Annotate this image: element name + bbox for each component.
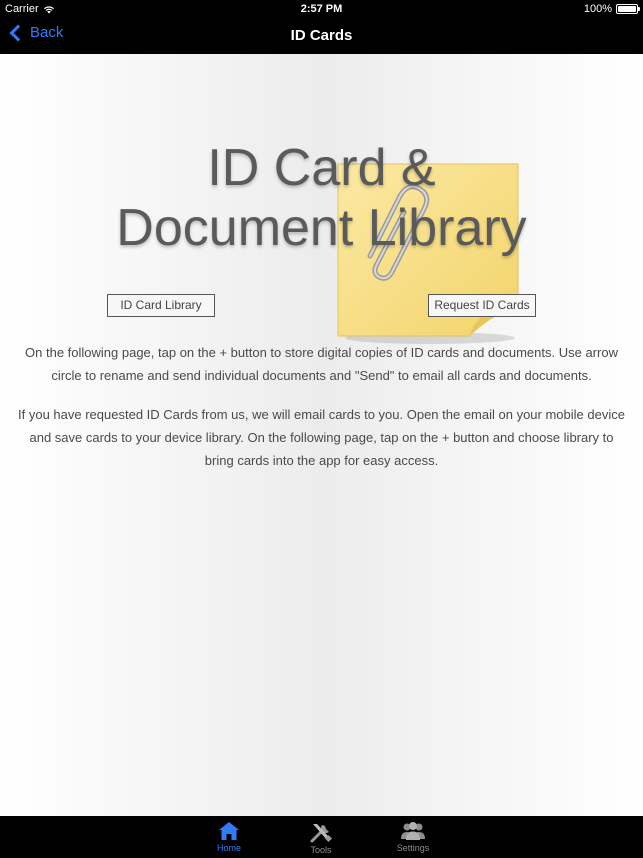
instructions-paragraph-1: On the following page, tap on the + butt… (0, 341, 643, 387)
tab-tools-label: Tools (310, 845, 332, 855)
status-time: 2:57 PM (300, 3, 343, 15)
navigation-bar: Back ID Cards (0, 18, 643, 54)
tools-icon (310, 824, 333, 843)
tab-bar: Home Tools Settings (0, 816, 643, 858)
battery-percent: 100% (583, 3, 612, 15)
id-card-library-button[interactable]: ID Card Library (107, 294, 215, 317)
instructions-line: On the following page, tap on the + butt… (25, 345, 618, 360)
battery-indicator: 100% (583, 3, 640, 15)
hero-title-line1: ID Card & (207, 139, 436, 197)
page-title: ID Cards (290, 27, 353, 44)
tab-settings[interactable]: Settings (388, 816, 438, 858)
home-icon (219, 822, 239, 840)
instructions-line: bring cards into the app for easy access… (204, 453, 439, 468)
instructions-paragraph-2: If you have requested ID Cards from us, … (0, 403, 643, 472)
tab-settings-label: Settings (396, 843, 430, 853)
hero-title-line2: Document Library (116, 199, 527, 257)
request-id-cards-button[interactable]: Request ID Cards (428, 294, 536, 317)
status-bar: Carrier 2:57 PM 100% (0, 0, 643, 18)
tab-tools[interactable]: Tools (296, 816, 346, 858)
battery-icon (616, 4, 640, 14)
instructions-line: circle to rename and send individual doc… (51, 368, 592, 383)
instructions-line: and save cards to your device library. O… (29, 430, 614, 445)
tab-home[interactable]: Home (204, 816, 254, 858)
settings-icon (401, 822, 425, 840)
hero-title: ID Card & Document Library (0, 138, 643, 258)
instructions-line: If you have requested ID Cards from us, … (18, 407, 625, 422)
tab-home-label: Home (216, 843, 241, 853)
